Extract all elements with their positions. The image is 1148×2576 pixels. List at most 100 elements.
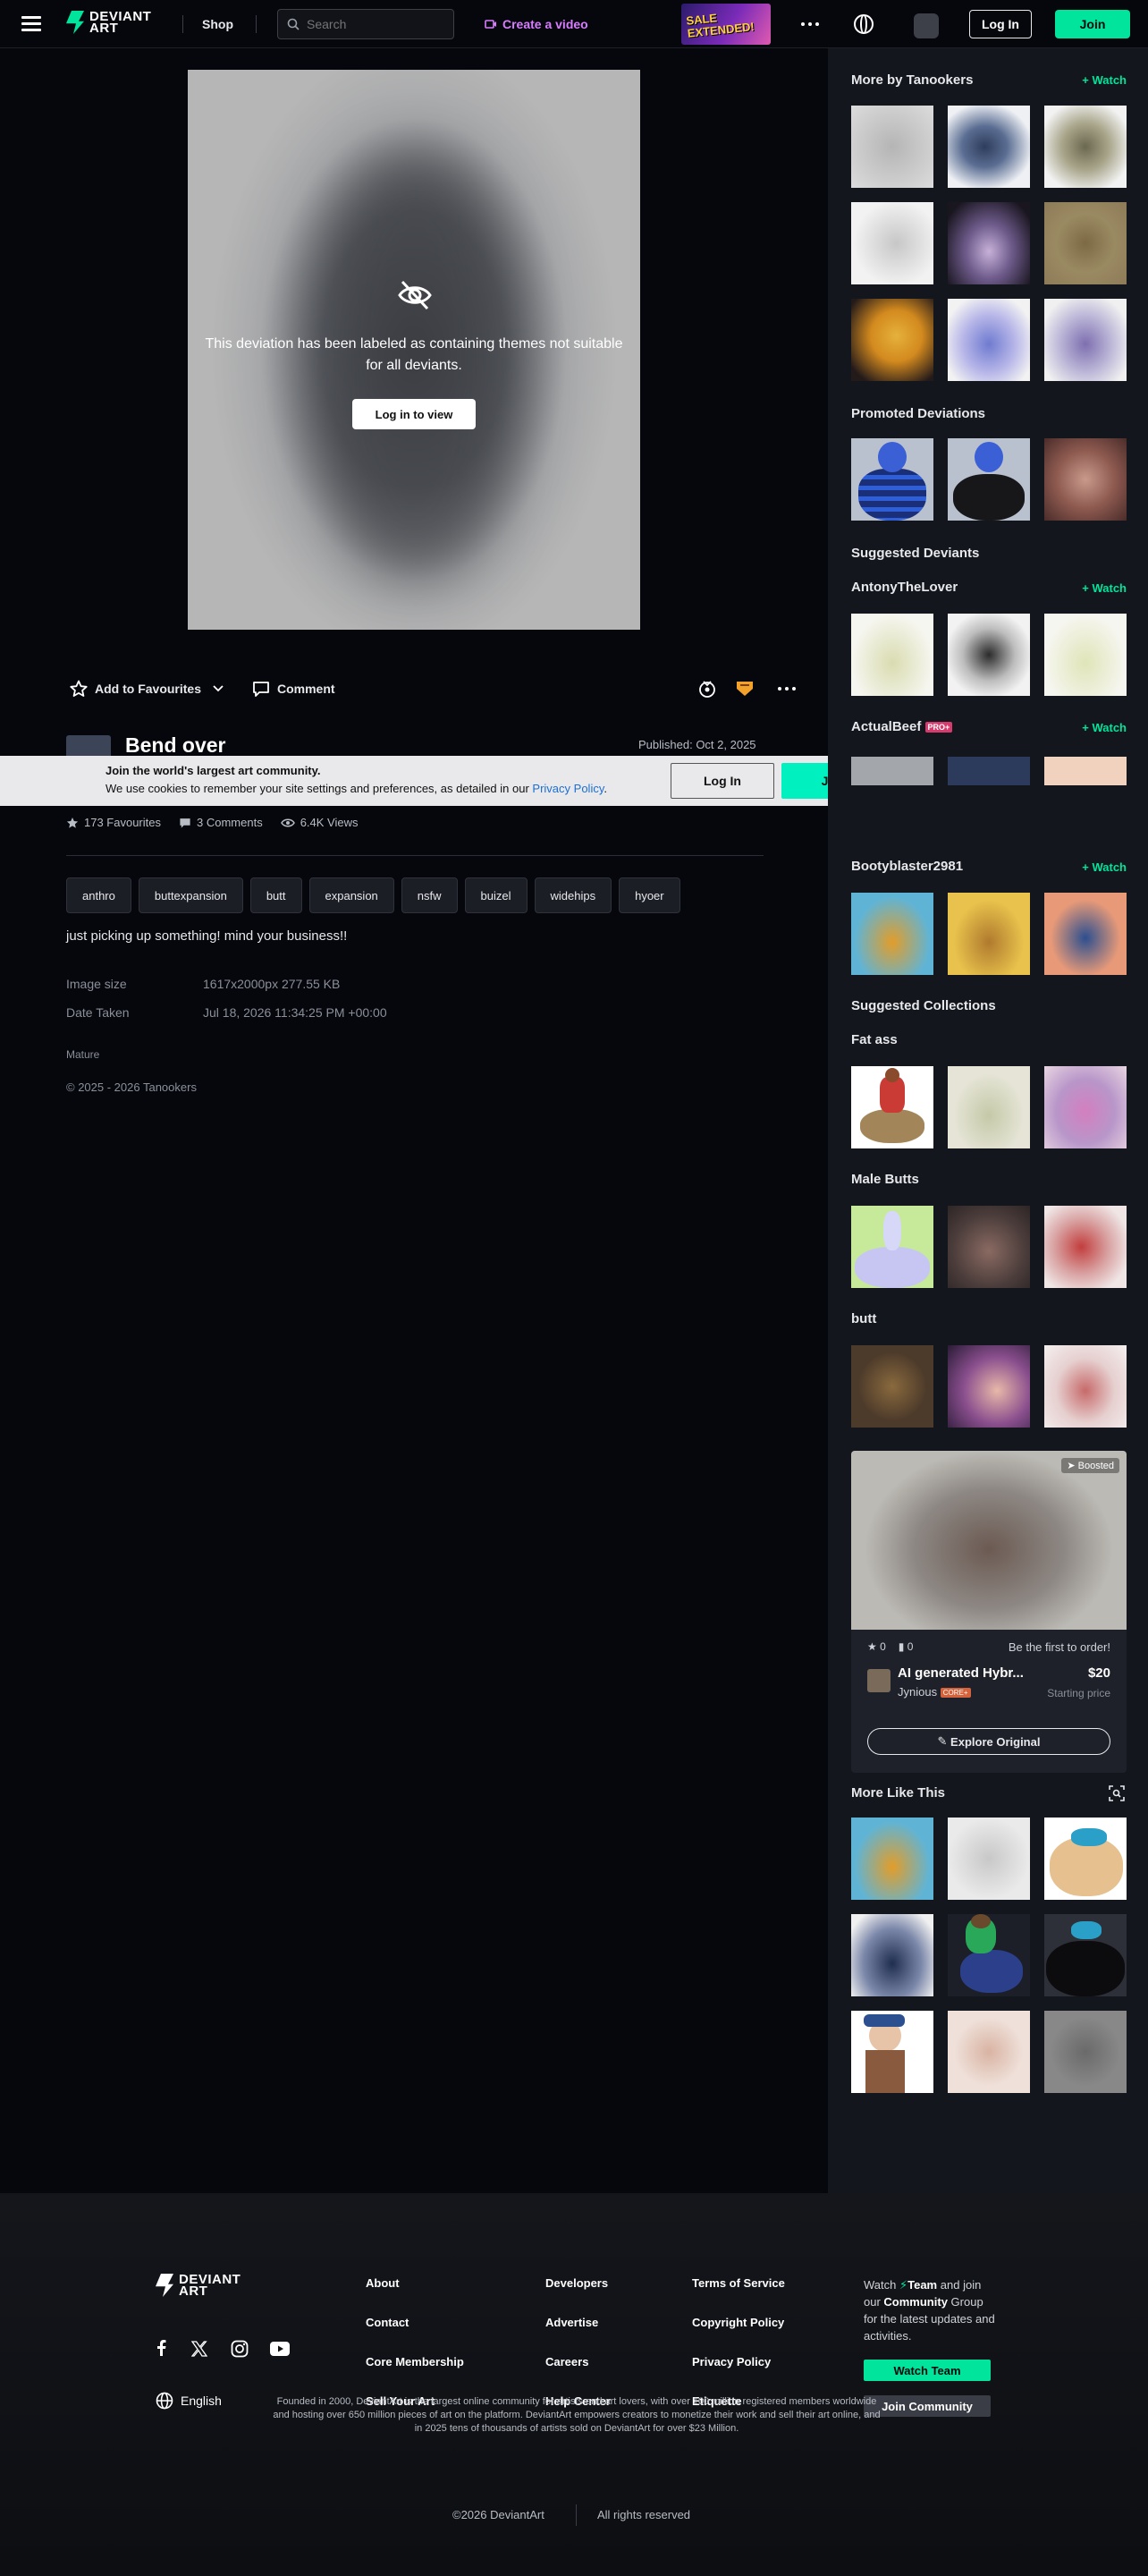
tag[interactable]: expansion xyxy=(308,877,394,913)
watch-button[interactable]: + Watch xyxy=(1082,860,1127,874)
thumbnail[interactable] xyxy=(851,757,933,785)
youtube-icon[interactable] xyxy=(270,2342,290,2356)
thumbnail[interactable] xyxy=(851,1818,933,1900)
shop-link[interactable]: Shop xyxy=(202,17,233,31)
footer-link-privacy-policy[interactable]: Privacy Policy xyxy=(692,2355,771,2368)
thumbnail[interactable] xyxy=(851,893,933,975)
promoted-thumbnail[interactable] xyxy=(1044,438,1127,521)
watch-button[interactable]: + Watch xyxy=(1082,581,1127,595)
comments[interactable]: ▮ 0 xyxy=(899,1640,914,1653)
thumbnail[interactable] xyxy=(851,299,933,381)
deviant-name[interactable]: AntonyTheLover xyxy=(851,580,958,595)
thumbnail[interactable] xyxy=(1044,1066,1127,1148)
thumbnail[interactable] xyxy=(851,2011,933,2093)
thumbnail[interactable] xyxy=(948,1914,1030,1996)
thumbnail[interactable] xyxy=(1044,2011,1127,2093)
tag[interactable]: anthro xyxy=(66,877,131,913)
thumbnail[interactable] xyxy=(948,757,1030,785)
thumbnail[interactable] xyxy=(948,1066,1030,1148)
chevron-down-icon[interactable] xyxy=(213,685,224,692)
instagram-icon[interactable] xyxy=(231,2340,249,2358)
facebook-icon[interactable] xyxy=(156,2340,166,2356)
footer-link-core-membership[interactable]: Core Membership xyxy=(366,2355,464,2368)
thumbnail[interactable] xyxy=(1044,757,1127,785)
boosted-product-card[interactable]: ➤ Boosted ★ 0 ▮ 0 Be the first to order!… xyxy=(851,1451,1127,1773)
seller-avatar[interactable] xyxy=(867,1669,891,1692)
footer-link-contact[interactable]: Contact xyxy=(366,2316,409,2329)
thumbnail[interactable] xyxy=(851,202,933,284)
search-box[interactable] xyxy=(277,9,454,39)
llama-points-icon[interactable] xyxy=(735,678,755,699)
promoted-thumbnail[interactable] xyxy=(851,438,933,521)
watch-team-button[interactable]: Watch Team xyxy=(864,2360,991,2381)
thumbnail[interactable] xyxy=(1044,1818,1127,1900)
thumbnail[interactable] xyxy=(1044,106,1127,188)
thumbnail[interactable] xyxy=(1044,1345,1127,1428)
thumbnail[interactable] xyxy=(1044,202,1127,284)
thumbnail[interactable] xyxy=(851,614,933,696)
product-title[interactable]: AI generated Hybr... xyxy=(898,1665,1024,1681)
thumbnail[interactable] xyxy=(1044,299,1127,381)
seller-name[interactable]: Jynious CORE+ xyxy=(898,1685,971,1699)
tag[interactable]: buttexpansion xyxy=(138,877,243,913)
create-video-link[interactable]: Create a video xyxy=(485,17,588,31)
thumbnail[interactable] xyxy=(948,614,1030,696)
thumbnail[interactable] xyxy=(1044,1206,1127,1288)
collection-name[interactable]: Fat ass xyxy=(851,1032,898,1047)
language-selector[interactable]: English xyxy=(156,2392,222,2410)
footer-link-careers[interactable]: Careers xyxy=(545,2355,588,2368)
thumbnail[interactable] xyxy=(948,1206,1030,1288)
explore-original-button[interactable]: ✎ Explore Original xyxy=(867,1728,1110,1755)
thumbnail[interactable] xyxy=(851,1206,933,1288)
visual-search-icon[interactable] xyxy=(1109,1785,1125,1801)
gift-badge-icon[interactable] xyxy=(697,678,717,699)
tag[interactable]: butt xyxy=(249,877,302,913)
product-image[interactable] xyxy=(851,1451,1127,1630)
join-button[interactable]: Join xyxy=(1055,10,1130,38)
privacy-policy-link[interactable]: Privacy Policy xyxy=(532,782,604,795)
thumbnail[interactable] xyxy=(948,1818,1030,1900)
sale-ad-banner[interactable]: SALE EXTENDED! xyxy=(681,4,771,45)
likes[interactable]: ★ 0 xyxy=(867,1640,886,1653)
deviant-name[interactable]: Bootyblaster2981 xyxy=(851,859,963,874)
more-options-icon[interactable] xyxy=(801,22,819,26)
x-twitter-icon[interactable] xyxy=(191,2341,207,2357)
collection-name[interactable]: Male Butts xyxy=(851,1172,919,1187)
footer-logo[interactable]: DEVIANT ART xyxy=(156,2273,241,2298)
thumbnail[interactable] xyxy=(1044,893,1127,975)
login-to-view-button[interactable]: Log in to view xyxy=(352,399,476,429)
thumbnail[interactable] xyxy=(851,1914,933,1996)
tag[interactable]: widehips xyxy=(534,877,612,913)
footer-link-advertise[interactable]: Advertise xyxy=(545,2316,598,2329)
thumbnail[interactable] xyxy=(948,2011,1030,2093)
collection-name[interactable]: butt xyxy=(851,1311,876,1326)
thumbnail[interactable] xyxy=(948,106,1030,188)
cookie-login-button[interactable]: Log In xyxy=(671,763,774,799)
avatar-icon[interactable] xyxy=(914,13,939,38)
thumbnail[interactable] xyxy=(948,893,1030,975)
tag[interactable]: hyoer xyxy=(619,877,680,913)
search-input[interactable] xyxy=(307,17,441,31)
globe-icon[interactable] xyxy=(854,14,874,34)
tag[interactable]: buizel xyxy=(464,877,528,913)
thumbnail[interactable] xyxy=(948,1345,1030,1428)
thumbnail[interactable] xyxy=(1044,614,1127,696)
watch-button[interactable]: + Watch xyxy=(1082,721,1127,734)
footer-link-about[interactable]: About xyxy=(366,2276,400,2290)
comment-button[interactable]: Comment xyxy=(252,680,335,698)
menu-icon[interactable] xyxy=(21,16,41,32)
footer-link-developers[interactable]: Developers xyxy=(545,2276,608,2290)
promoted-thumbnail[interactable] xyxy=(948,438,1030,521)
thumbnail[interactable] xyxy=(851,1345,933,1428)
more-actions-icon[interactable] xyxy=(778,687,796,691)
comments-count[interactable]: 3 Comments xyxy=(179,816,263,829)
footer-link-copyright-policy[interactable]: Copyright Policy xyxy=(692,2316,784,2329)
thumbnail[interactable] xyxy=(851,1066,933,1148)
footer-link-terms[interactable]: Terms of Service xyxy=(692,2276,785,2290)
deviant-name[interactable]: ActualBeef PRO+ xyxy=(851,719,953,734)
thumbnail[interactable] xyxy=(948,202,1030,284)
add-to-favourites-button[interactable]: Add to Favourites xyxy=(70,680,201,698)
more-by-heading[interactable]: More by Tanookers xyxy=(851,72,973,88)
thumbnail[interactable] xyxy=(948,299,1030,381)
watch-button[interactable]: + Watch xyxy=(1082,73,1127,87)
